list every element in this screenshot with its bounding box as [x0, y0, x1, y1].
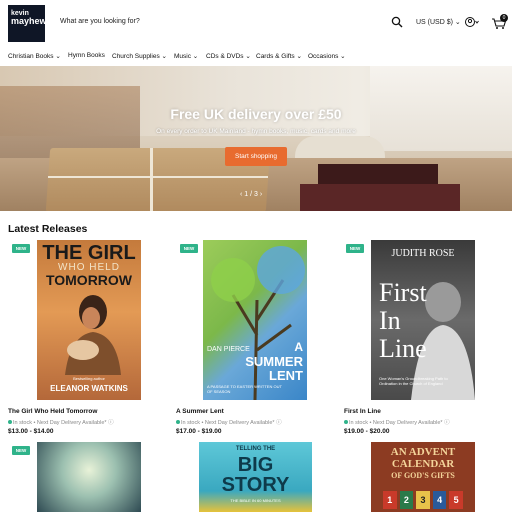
info-icon[interactable]: ⓘ: [108, 420, 114, 426]
nav-hymn-books[interactable]: Hymn Books: [68, 52, 105, 59]
hero-book-image: [300, 184, 460, 211]
nav-cards-gifts[interactable]: Cards & Gifts ⌄: [256, 52, 302, 60]
stock-status: In stock • Next Day Delivery Available* …: [176, 418, 282, 426]
cover-title: TOMORROW: [45, 272, 133, 288]
product-title[interactable]: A Summer Lent: [176, 408, 224, 415]
hero-subtitle: On every order to UK Mainland - hymn boo…: [156, 128, 356, 135]
product-cover[interactable]: AN ADVENT CALENDAR OF GOD'S GIFTS 1 2 3 …: [371, 442, 475, 512]
advent-door: 2: [399, 491, 414, 509]
section-title: Latest Releases: [8, 223, 88, 235]
new-badge: NEW: [180, 244, 198, 253]
product-price: $19.00 - $20.00: [344, 428, 390, 435]
product-cover[interactable]: JUDITH ROSE First In Line One Woman's Gr…: [371, 240, 475, 400]
cover-title: First: [379, 278, 427, 307]
slide-counter: 1 / 3: [244, 191, 258, 198]
hero-banner: Free UK delivery over £50 On every order…: [0, 66, 512, 211]
product-cover[interactable]: [37, 442, 141, 512]
nav-church-supplies[interactable]: Church Supplies ⌄: [112, 52, 167, 60]
product-cover[interactable]: TELLING THE BIG STORY THE BIBLE IN 60 MI…: [199, 442, 312, 512]
slide-pager: ‹ 1 / 3 ›: [240, 191, 262, 198]
new-badge: NEW: [12, 446, 30, 455]
cover-title: CALENDAR: [391, 458, 455, 470]
next-slide-icon[interactable]: ›: [258, 191, 262, 198]
in-stock-icon: [176, 420, 180, 424]
site-header: kevin mayhew What are you looking for? U…: [0, 0, 512, 46]
cover-title: TELLING THE: [235, 446, 276, 452]
nav-christian-books[interactable]: Christian Books ⌄: [8, 52, 61, 60]
nav-music[interactable]: Music ⌄: [174, 52, 198, 60]
hero-book-image: [318, 164, 438, 184]
advent-door: 5: [449, 491, 463, 509]
advent-door: 1: [383, 491, 397, 509]
search-icon[interactable]: [391, 16, 403, 28]
info-icon[interactable]: ⓘ: [276, 420, 282, 426]
currency-selector[interactable]: US (USD $) ⌄: [416, 18, 461, 26]
cover-author: DAN PIERCE: [207, 346, 250, 353]
cover-title: In: [379, 306, 401, 335]
parcel-string: [150, 148, 153, 211]
product-title[interactable]: First In Line: [344, 408, 381, 415]
nav-occasions[interactable]: Occasions ⌄: [308, 52, 346, 60]
cover-title: LENT: [269, 368, 303, 383]
product-cover[interactable]: DAN PIERCE A SUMMER LENT A PASSAGE TO EA…: [203, 240, 307, 400]
product-title[interactable]: The Girl Who Held Tomorrow: [8, 408, 97, 415]
advent-door: 4: [432, 491, 447, 509]
account-icon[interactable]: [465, 16, 479, 28]
cover-title: STORY: [221, 474, 290, 496]
cover-tagline: THE BIBLE IN 60 MINUTES: [230, 498, 281, 503]
new-badge: NEW: [346, 244, 364, 253]
in-stock-icon: [8, 420, 12, 424]
cart-count-badge: 0: [500, 14, 508, 22]
info-icon[interactable]: ⓘ: [444, 420, 450, 426]
cover-title: Line: [379, 334, 427, 363]
search-input[interactable]: What are you looking for?: [60, 18, 140, 25]
product-price: $17.00 - $19.00: [176, 428, 222, 435]
cover-title: OF GOD'S GIFTS: [391, 471, 455, 480]
nav-cds-dvds[interactable]: CDs & DVDs ⌄: [206, 52, 251, 60]
cover-title: SUMMER: [245, 354, 303, 369]
new-badge: NEW: [12, 244, 30, 253]
cover-author: ELEANOR WATKINS: [50, 384, 128, 393]
parcel-string: [48, 176, 268, 178]
main-nav: Christian Books ⌄ Hymn Books Church Supp…: [0, 50, 512, 64]
in-stock-icon: [344, 420, 348, 424]
cover-tagline: One Woman's Groundbreaking Path to Ordin…: [379, 376, 448, 386]
stock-text: In stock • Next Day Delivery Available*: [181, 420, 275, 426]
hero-title: Free UK delivery over £50: [170, 106, 342, 122]
cover-title: THE GIRL: [42, 242, 136, 264]
product-price: $13.00 - $14.00: [8, 428, 54, 435]
cover-tagline: Bestselling author: [73, 376, 105, 381]
stock-text: In stock • Next Day Delivery Available*: [349, 420, 443, 426]
cover-illustration: [65, 295, 121, 375]
advent-numbers: 1 2 3 4 5: [383, 491, 463, 509]
cover-author: JUDITH ROSE: [391, 248, 455, 259]
product-cover[interactable]: THE GIRL WHO HELD TOMORROW Bestselling a…: [37, 240, 141, 400]
logo-line-2: mayhew: [11, 16, 45, 26]
site-logo[interactable]: kevin mayhew: [8, 5, 45, 42]
stock-status: In stock • Next Day Delivery Available* …: [8, 418, 114, 426]
cover-tagline: A PASSAGE TO EASTER WRITTEN OUT OF SEASO…: [207, 384, 282, 394]
cover-title: AN ADVENT: [390, 446, 456, 458]
advent-door: 3: [416, 491, 430, 509]
cover-title: A: [294, 340, 303, 354]
start-shopping-button[interactable]: Start shopping: [225, 147, 287, 166]
stock-text: In stock • Next Day Delivery Available*: [13, 420, 107, 426]
stock-status: In stock • Next Day Delivery Available* …: [344, 418, 450, 426]
currency-label: US (USD $): [416, 19, 453, 26]
